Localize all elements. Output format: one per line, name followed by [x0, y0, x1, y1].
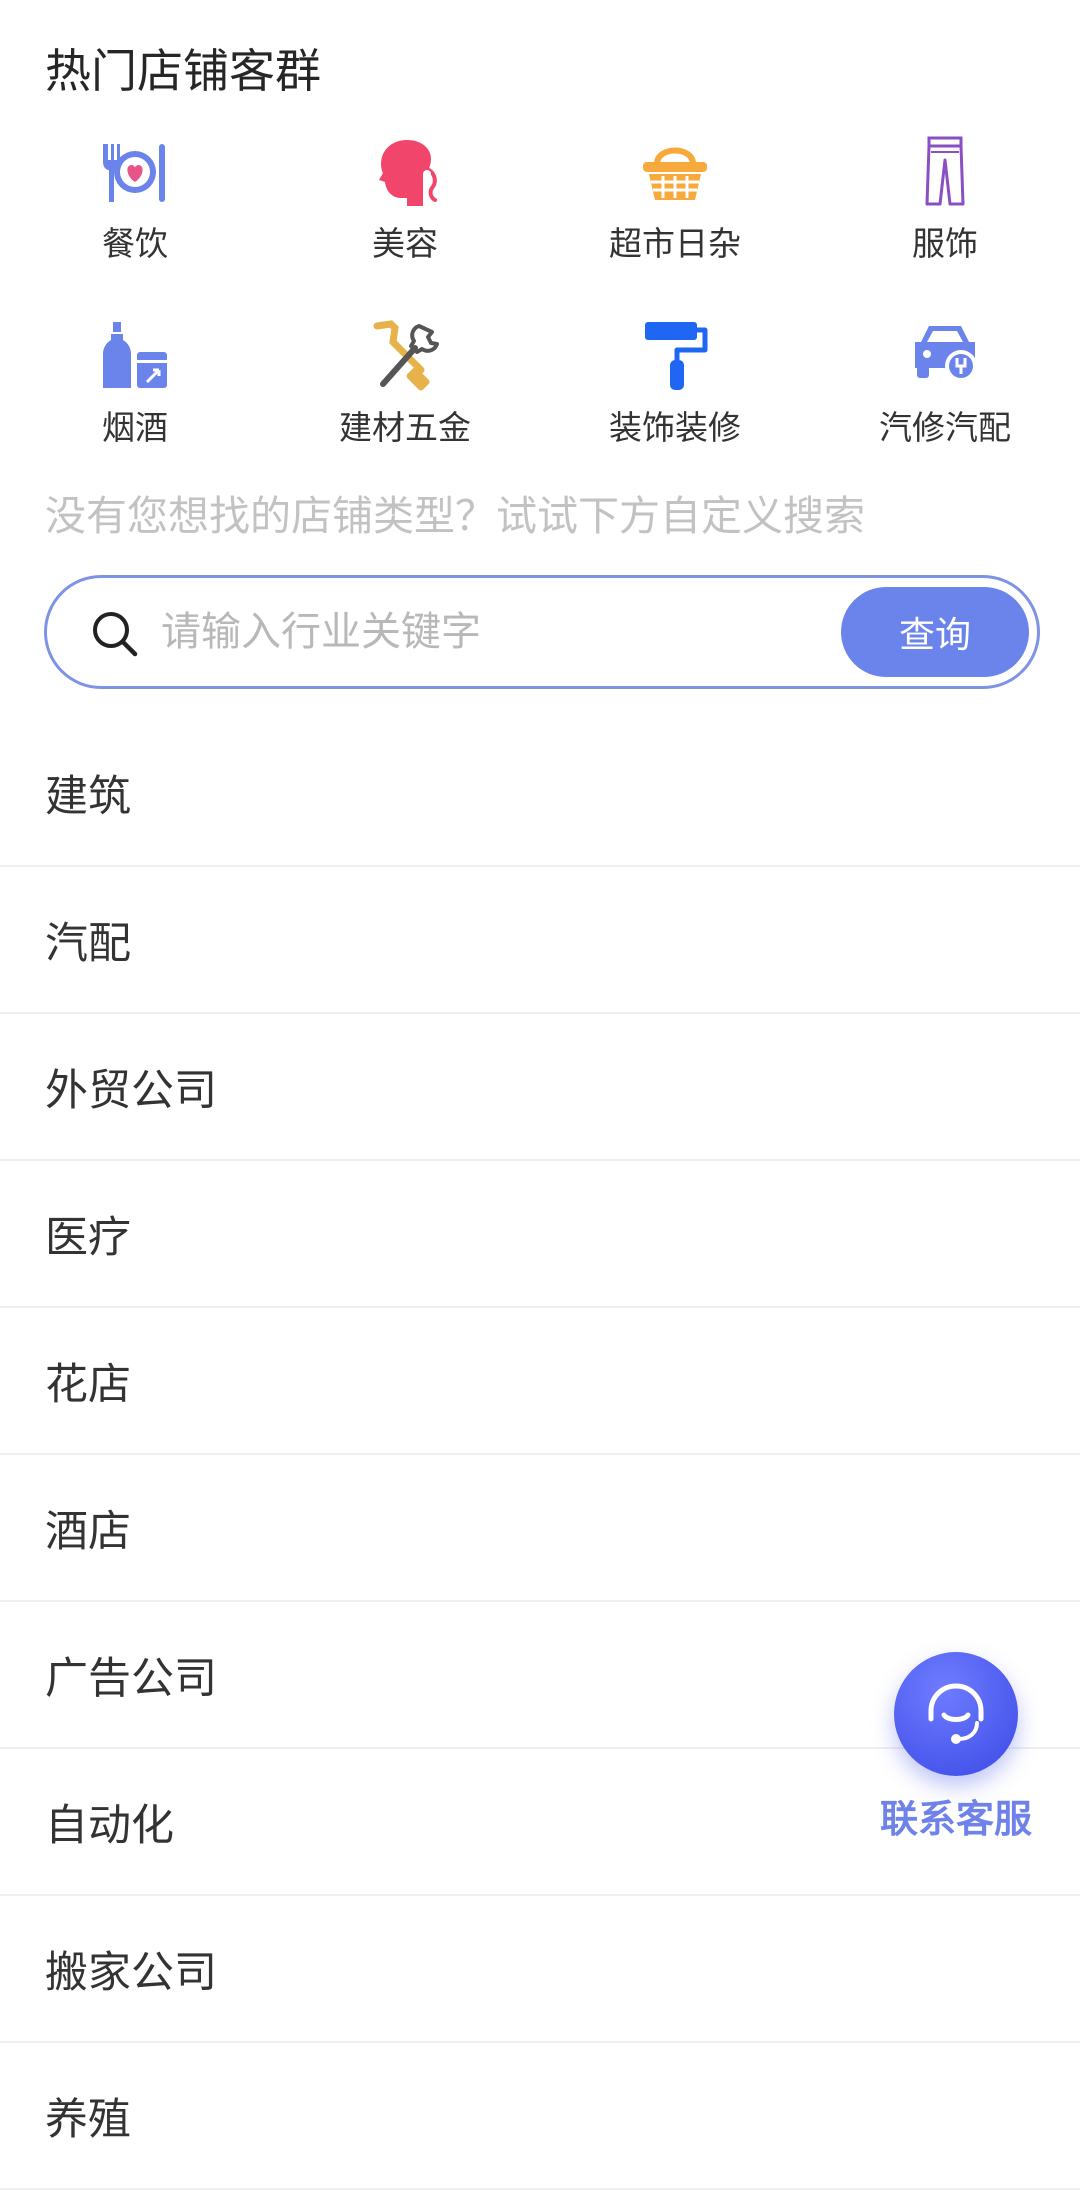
list-item[interactable]: 搬家公司 [0, 1896, 1080, 2043]
category-label: 烟酒 [102, 408, 168, 447]
list-item-label: 广告公司 [45, 1653, 217, 1704]
category-label: 美容 [372, 224, 438, 263]
beauty-icon [379, 140, 437, 206]
list-item-label: 酒店 [45, 1506, 131, 1557]
category-beauty[interactable]: 美容 [270, 130, 540, 314]
list-item-label: 花店 [45, 1359, 131, 1410]
category-dining[interactable]: 餐饮 [0, 130, 270, 314]
category-supermarket[interactable]: 超市日杂 [540, 130, 810, 314]
list-item[interactable]: 建筑 [0, 720, 1080, 867]
list-item-label: 养殖 [45, 2094, 131, 2145]
supermarket-basket-icon [643, 147, 707, 200]
list-item-label: 搬家公司 [45, 1947, 217, 1998]
list-item[interactable]: 酒店 [0, 1455, 1080, 1602]
section-title: 热门店铺客群 [45, 44, 321, 98]
category-label: 建材五金 [339, 408, 471, 447]
category-clothing[interactable]: 服饰 [810, 130, 1080, 314]
category-label: 装饰装修 [609, 408, 741, 447]
category-label: 汽修汽配 [879, 408, 1011, 447]
clothing-pants-icon [925, 136, 965, 206]
paint-roller-icon [645, 322, 708, 390]
customer-service-headset-icon [928, 1683, 984, 1744]
list-item[interactable]: 医疗 [0, 1161, 1080, 1308]
search-button[interactable]: 查询 [841, 587, 1029, 677]
category-decoration[interactable]: 装饰装修 [540, 314, 810, 498]
list-item[interactable]: 外贸公司 [0, 1014, 1080, 1161]
category-car-repair[interactable]: 汽修汽配 [810, 314, 1080, 498]
list-item[interactable]: 汽配 [0, 867, 1080, 1014]
list-item-label: 建筑 [45, 771, 131, 822]
category-tobacco-liquor[interactable]: 烟酒 [0, 314, 270, 498]
list-item-label: 外贸公司 [45, 1065, 217, 1116]
category-label: 服饰 [912, 224, 978, 263]
custom-search-hint: 没有您想找的店铺类型？试试下方自定义搜索 [45, 492, 865, 540]
car-repair-icon [915, 326, 977, 382]
customer-service-avatar [894, 1652, 1018, 1776]
hardware-tools-icon [373, 320, 439, 391]
industry-list: 建筑 汽配 外贸公司 医疗 花店 酒店 广告公司 自动化 搬家公司 养殖 [0, 720, 1080, 2190]
category-label: 餐饮 [102, 224, 168, 263]
list-item-label: 医疗 [45, 1212, 131, 1263]
contact-support-button[interactable]: 联系客服 [870, 1652, 1042, 1843]
category-label: 超市日杂 [609, 224, 741, 263]
dining-icon [103, 144, 165, 202]
contact-support-label: 联系客服 [879, 1797, 1032, 1841]
tobacco-liquor-icon [103, 322, 167, 388]
search-bar: 查询 [44, 575, 1040, 689]
list-item[interactable]: 花店 [0, 1308, 1080, 1455]
list-item-label: 自动化 [45, 1800, 174, 1851]
search-icon [93, 612, 138, 657]
list-item-label: 汽配 [45, 918, 131, 969]
category-grid: 餐饮 美容 超市日杂 服饰 烟酒 建材五金 装饰装修 汽修汽配 [0, 130, 1080, 498]
search-input[interactable] [161, 596, 761, 668]
list-item[interactable]: 养殖 [0, 2043, 1080, 2190]
category-hardware[interactable]: 建材五金 [270, 314, 540, 498]
